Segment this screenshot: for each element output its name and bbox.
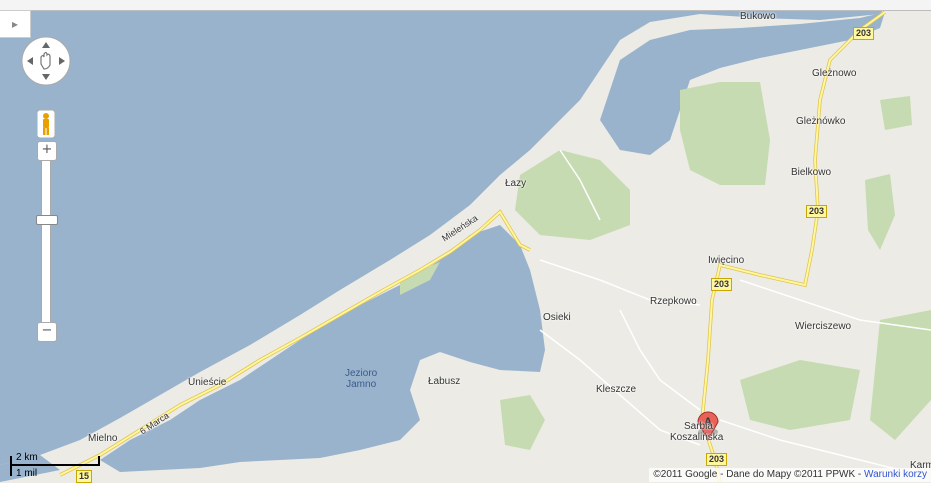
forest-2 bbox=[680, 82, 770, 185]
place-bukowo: Bukowo bbox=[740, 11, 776, 22]
place-labusz: Łabusz bbox=[428, 376, 461, 387]
zoom-in-button[interactable]: + bbox=[37, 141, 57, 161]
pegman-icon[interactable] bbox=[37, 110, 55, 138]
road-shield-203: 203 bbox=[706, 453, 728, 466]
road-shield-203: 203 bbox=[806, 205, 828, 218]
scale-bar: 2 km 1 mil bbox=[10, 452, 100, 479]
map-canvas[interactable]: A bbox=[0, 0, 931, 482]
top-bar bbox=[0, 0, 931, 11]
place-koszalinska: Koszalińska bbox=[670, 432, 724, 443]
place-iwiecino: Iwięcino bbox=[708, 255, 745, 266]
chevron-right-icon: ▸ bbox=[11, 17, 19, 31]
copyright-text: ©2011 Google - Dane do Mapy ©2011 PPWK - bbox=[653, 469, 865, 480]
scale-mi-label: 1 mil bbox=[16, 468, 38, 479]
pan-control[interactable] bbox=[20, 36, 72, 86]
sidebar-toggle-button[interactable]: ▸ bbox=[0, 10, 31, 38]
lake-name-line1: Jezioro bbox=[345, 368, 378, 379]
place-rzepkowo: Rzepkowo bbox=[650, 296, 697, 307]
scale-km-label: 2 km bbox=[16, 452, 38, 463]
place-gleznowko: Gleżnówko bbox=[796, 116, 846, 127]
place-kleszcze: Kleszcze bbox=[596, 384, 637, 395]
map-attribution: ©2011 Google - Dane do Mapy ©2011 PPWK -… bbox=[649, 468, 931, 482]
lake-jezioro-label: Jezioro Jamno bbox=[345, 368, 377, 390]
lake-name-line2: Jamno bbox=[346, 379, 377, 390]
place-wierciszewo: Wierciszewo bbox=[795, 321, 852, 332]
road-shield-203: 203 bbox=[853, 27, 875, 40]
place-mielno: Mielno bbox=[88, 433, 118, 444]
place-uniescie: Unieście bbox=[188, 377, 227, 388]
place-lazy: Łazy bbox=[505, 178, 527, 189]
terms-link[interactable]: Warunki korzy bbox=[864, 469, 927, 480]
place-bielkowo: Bielkowo bbox=[791, 167, 832, 178]
place-osieki: Osieki bbox=[543, 312, 571, 323]
road-shield-203: 203 bbox=[711, 278, 733, 291]
place-sarbia: Sarbia bbox=[684, 421, 713, 432]
place-gleznowo: Gleżnowo bbox=[812, 68, 857, 79]
zoom-slider-handle[interactable] bbox=[36, 215, 58, 225]
forest-3 bbox=[880, 96, 912, 130]
zoom-slider-track[interactable] bbox=[41, 155, 51, 327]
zoom-out-button[interactable]: − bbox=[37, 322, 57, 342]
